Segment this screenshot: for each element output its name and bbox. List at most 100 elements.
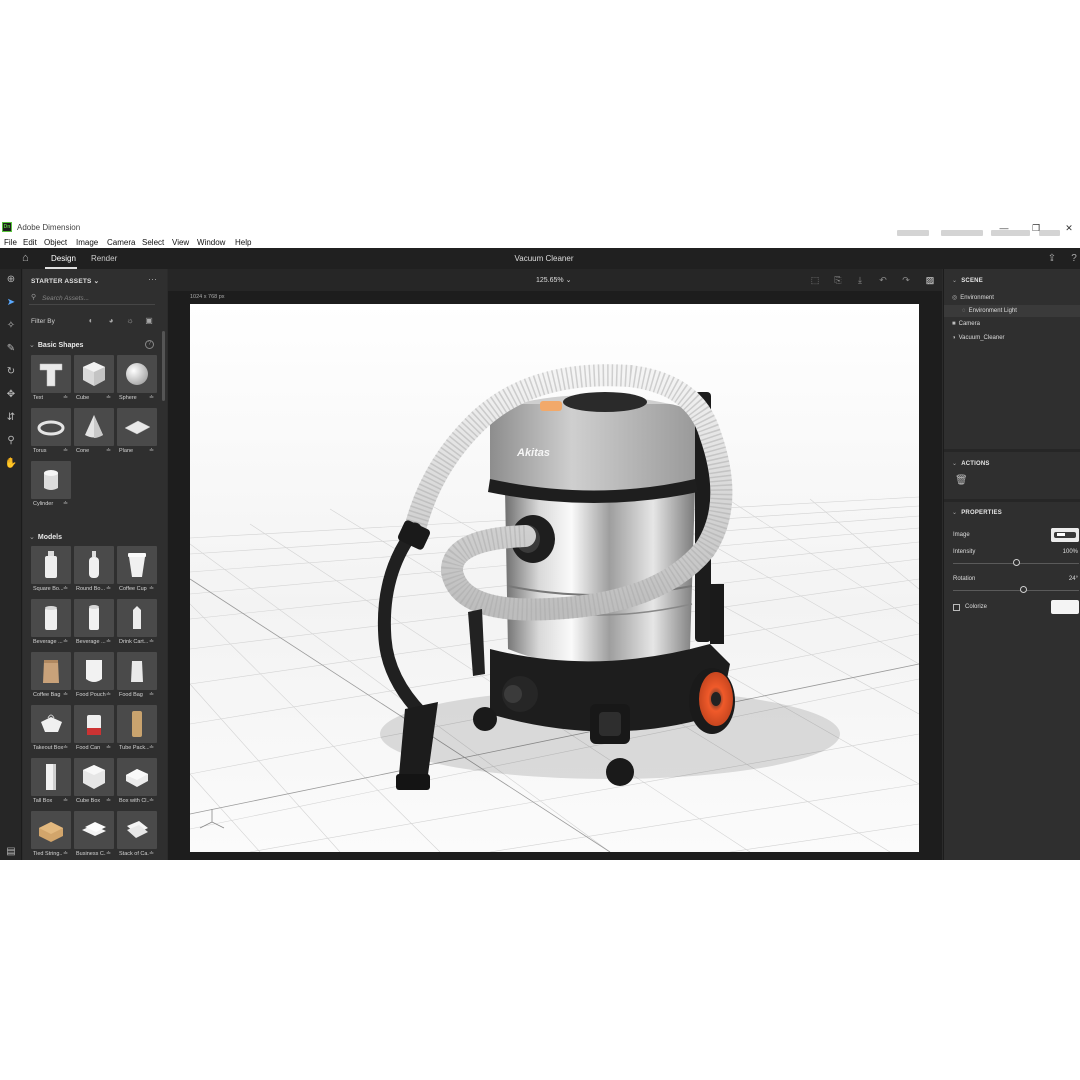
- asset-square-bottle[interactable]: Square Bo... ≐: [31, 546, 71, 594]
- asset-takeout-box[interactable]: Takeout Box ≐: [31, 705, 71, 753]
- menu-file[interactable]: File: [4, 238, 17, 247]
- menu-help[interactable]: Help: [235, 238, 251, 247]
- menu-window[interactable]: Window: [197, 238, 225, 247]
- settings-icon[interactable]: ≐: [63, 797, 68, 804]
- settings-icon[interactable]: ≐: [149, 850, 154, 857]
- intensity-slider-handle[interactable]: [1012, 559, 1020, 566]
- zoom-icon[interactable]: ⚲: [4, 434, 18, 448]
- asset-cone[interactable]: Cone ≐: [74, 408, 114, 456]
- material-filter-icon[interactable]: ◕: [106, 316, 116, 326]
- help-icon[interactable]: ?: [1068, 253, 1080, 265]
- settings-icon[interactable]: ≐: [106, 585, 111, 592]
- asset-text[interactable]: Text ≐: [31, 355, 71, 403]
- settings-icon[interactable]: ≐: [106, 638, 111, 645]
- asset-food-can[interactable]: Food Can ≐: [74, 705, 114, 753]
- light-filter-icon[interactable]: ☼: [125, 316, 135, 326]
- settings-icon[interactable]: ≐: [63, 585, 68, 592]
- select-tool-icon[interactable]: ➤: [4, 296, 18, 310]
- undo-icon[interactable]: ↶: [877, 274, 889, 286]
- model-filter-icon[interactable]: ◐: [86, 316, 96, 326]
- asset-food-pouch[interactable]: Food Pouch ≐: [74, 652, 114, 700]
- section-models[interactable]: ⌄ Models: [29, 533, 62, 541]
- settings-icon[interactable]: ≐: [63, 691, 68, 698]
- asset-coffee-cup[interactable]: Coffee Cup ≐: [117, 546, 157, 594]
- maximize-button[interactable]: ❐: [1029, 221, 1043, 235]
- settings-icon[interactable]: ≐: [149, 585, 154, 592]
- menu-object[interactable]: Object: [44, 238, 67, 247]
- close-button[interactable]: ✕: [1062, 221, 1076, 235]
- menu-camera[interactable]: Camera: [107, 238, 135, 247]
- layers-icon[interactable]: ▤: [4, 845, 18, 859]
- asset-cube[interactable]: Cube ≐: [74, 355, 114, 403]
- 3d-viewport[interactable]: Akitas: [190, 304, 919, 852]
- menu-select[interactable]: Select: [142, 238, 164, 247]
- settings-icon[interactable]: ≐: [106, 691, 111, 698]
- redo-icon[interactable]: ↷: [900, 274, 912, 286]
- settings-icon[interactable]: ≐: [149, 394, 154, 401]
- asset-round-bottle[interactable]: Round Bo... ≐: [74, 546, 114, 594]
- settings-icon[interactable]: ≐: [63, 638, 68, 645]
- asset-plane[interactable]: Plane ≐: [117, 408, 157, 456]
- frame-icon[interactable]: ⬚: [809, 274, 821, 286]
- camera-bookmark-icon[interactable]: ⎘: [832, 274, 844, 286]
- drop-to-ground-icon[interactable]: ⤓: [854, 274, 866, 286]
- hand-icon[interactable]: ✋: [4, 457, 18, 471]
- scene-item-vacuum-cleaner[interactable]: ◑ Vacuum_Cleaner: [952, 335, 1005, 341]
- settings-icon[interactable]: ≐: [149, 691, 154, 698]
- more-options-icon[interactable]: ···: [148, 274, 157, 284]
- asset-sphere[interactable]: Sphere ≐: [117, 355, 157, 403]
- asset-stack-of-cards[interactable]: Stack of Ca... ≐: [117, 811, 157, 859]
- settings-icon[interactable]: ≐: [106, 744, 111, 751]
- rotation-slider[interactable]: [953, 590, 1079, 591]
- actions-section-header[interactable]: ⌄ ACTIONS: [952, 460, 990, 467]
- menu-image[interactable]: Image: [76, 238, 98, 247]
- rotation-slider-handle[interactable]: [1020, 586, 1028, 593]
- colorize-color-swatch[interactable]: [1051, 600, 1079, 614]
- dolly-icon[interactable]: ⇵: [4, 411, 18, 425]
- intensity-value[interactable]: 100%: [1063, 549, 1078, 555]
- settings-icon[interactable]: ≐: [149, 797, 154, 804]
- asset-coffee-bag[interactable]: Coffee Bag ≐: [31, 652, 71, 700]
- magic-wand-icon[interactable]: ✧: [4, 319, 18, 333]
- image-filter-icon[interactable]: ▣: [144, 316, 154, 326]
- asset-beverage-can-2[interactable]: Beverage ... ≐: [74, 599, 114, 647]
- asset-food-bag[interactable]: Food Bag ≐: [117, 652, 157, 700]
- asset-tied-string-box[interactable]: Tied String... ≐: [31, 811, 71, 859]
- settings-icon[interactable]: ≐: [106, 394, 111, 401]
- orbit-icon[interactable]: ↻: [4, 365, 18, 379]
- scene-item-environment[interactable]: ◎ Environment: [952, 294, 994, 301]
- settings-icon[interactable]: ≐: [106, 850, 111, 857]
- environment-image-thumbnail[interactable]: [1051, 528, 1079, 542]
- settings-icon[interactable]: ≐: [149, 744, 154, 751]
- add-icon[interactable]: ⊕: [4, 273, 18, 287]
- settings-icon[interactable]: ≐: [63, 394, 68, 401]
- share-icon[interactable]: ⇪: [1046, 253, 1058, 265]
- asset-box-with-cutout[interactable]: Box with Cl... ≐: [117, 758, 157, 806]
- asset-beverage-can-1[interactable]: Beverage ... ≐: [31, 599, 71, 647]
- settings-icon[interactable]: ≐: [63, 447, 68, 454]
- asset-torus[interactable]: Torus ≐: [31, 408, 71, 456]
- assets-title[interactable]: STARTER ASSETS ⌄: [31, 277, 99, 285]
- colorize-checkbox[interactable]: [953, 604, 960, 611]
- asset-cube-box[interactable]: Cube Box ≐: [74, 758, 114, 806]
- scene-section-header[interactable]: ⌄ SCENE: [952, 277, 983, 284]
- zoom-dropdown[interactable]: 125.65% ⌄: [536, 276, 571, 284]
- scene-item-environment-light[interactable]: ◌ Environment Light: [944, 305, 1080, 317]
- render-preview-icon[interactable]: ▨: [924, 274, 936, 286]
- properties-section-header[interactable]: ⌄ PROPERTIES: [952, 509, 1002, 516]
- minimize-button[interactable]: —: [997, 221, 1011, 235]
- menu-edit[interactable]: Edit: [23, 238, 37, 247]
- pan-icon[interactable]: ✥: [4, 388, 18, 402]
- asset-drink-carton[interactable]: Drink Cart... ≐: [117, 599, 157, 647]
- assets-scrollbar[interactable]: [162, 331, 165, 401]
- asset-cylinder[interactable]: Cylinder ≐: [31, 461, 71, 509]
- eyedropper-icon[interactable]: ✎: [4, 342, 18, 356]
- asset-tall-box[interactable]: Tall Box ≐: [31, 758, 71, 806]
- asset-tube-package[interactable]: Tube Pack... ≐: [117, 705, 157, 753]
- settings-icon[interactable]: ≐: [106, 447, 111, 454]
- search-assets-input[interactable]: ⚲ Search Assets...: [29, 293, 155, 305]
- section-basic-shapes[interactable]: ⌄ Basic Shapes: [29, 341, 83, 349]
- help-icon[interactable]: ?: [145, 340, 154, 349]
- settings-icon[interactable]: ≐: [149, 638, 154, 645]
- scene-item-camera[interactable]: ■ Camera: [952, 321, 980, 327]
